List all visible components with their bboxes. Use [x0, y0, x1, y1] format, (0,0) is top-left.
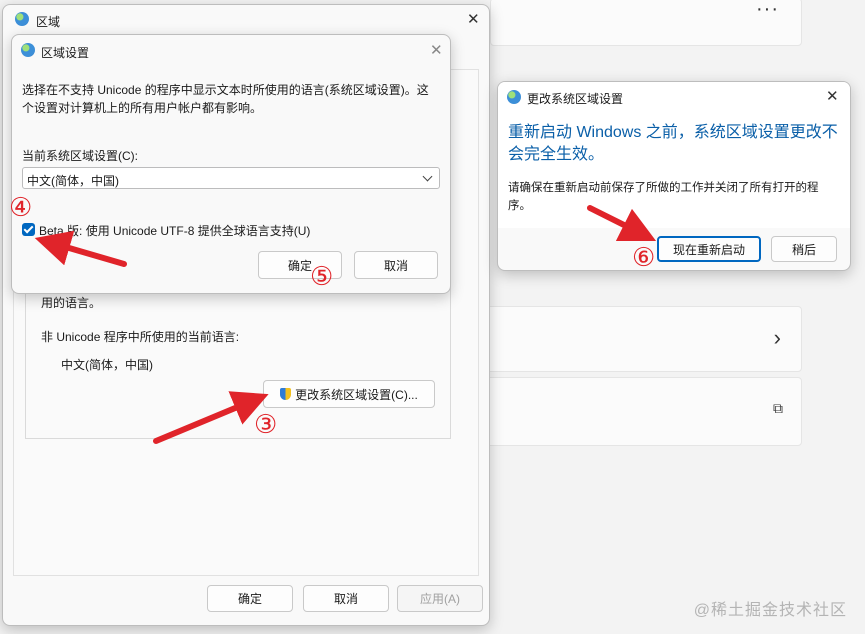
chevron-down-icon: [422, 171, 433, 182]
step3-marker: ③: [254, 410, 278, 440]
region-ok-label: 确定: [237, 592, 262, 606]
close-icon[interactable]: ✕: [430, 43, 443, 58]
restart-later-label: 稍后: [791, 242, 816, 257]
close-icon[interactable]: ✕: [467, 12, 480, 27]
locale-dialog: 区域设置 ✕ 选择在不支持 Unicode 的程序中显示文本时所使用的语言(系统…: [11, 34, 451, 294]
current-locale-select[interactable]: 中文(简体，中国): [22, 167, 440, 189]
locale-cancel-button[interactable]: 取消: [354, 251, 438, 279]
locale-ok-label: 确定: [287, 258, 312, 273]
region-cancel-label: 取消: [333, 592, 358, 606]
region-window-title: 区域: [36, 15, 61, 29]
current-language-value: 中文(简体，中国): [61, 358, 153, 372]
restart-dialog: 更改系统区域设置 ✕ 重新启动 Windows 之前，系统区域设置更改不会完全生…: [497, 81, 851, 271]
locale-dialog-title: 区域设置: [41, 46, 90, 60]
non-unicode-label: 非 Unicode 程序中所使用的当前语言:: [41, 330, 240, 344]
beta-utf8-checkbox[interactable]: [22, 223, 35, 236]
beta-utf8-label: Beta 版: 使用 Unicode UTF-8 提供全球语言支持(U): [39, 224, 311, 238]
shield-icon: [280, 388, 292, 400]
current-locale-value: 中文(简体，中国): [27, 174, 119, 188]
step4-marker: ④: [9, 193, 33, 223]
step6-marker: ⑥: [632, 243, 656, 273]
settings-row-1[interactable]: ›: [480, 306, 802, 372]
external-link-icon: ⧉: [773, 400, 783, 416]
restart-titlebar: 更改系统区域设置 ✕: [498, 82, 850, 112]
close-icon[interactable]: ✕: [826, 89, 839, 104]
group-text-tail: 用的语言。: [41, 296, 102, 310]
globe-icon: [507, 90, 521, 104]
step5-marker: ⑤: [310, 262, 334, 292]
region-ok-button[interactable]: 确定: [207, 585, 293, 612]
region-cancel-button[interactable]: 取消: [303, 585, 389, 612]
settings-row-2[interactable]: ⧉: [480, 377, 802, 446]
region-apply-label: 应用(A): [420, 592, 460, 606]
locale-description: 选择在不支持 Unicode 的程序中显示文本时所使用的语言(系统区域设置)。这…: [22, 83, 429, 115]
restart-now-label: 现在重新启动: [672, 242, 745, 257]
change-locale-button[interactable]: 更改系统区域设置(C)...: [263, 380, 435, 408]
globe-icon: [15, 12, 29, 26]
restart-body: 请确保在重新启动前保存了所做的工作并关闭了所有打开的程序。: [508, 182, 819, 212]
locale-cancel-label: 取消: [383, 258, 408, 273]
non-unicode-group: 用的语言。 非 Unicode 程序中所使用的当前语言: 中文(简体，中国) 更…: [25, 275, 451, 439]
change-locale-label: 更改系统区域设置(C)...: [295, 387, 418, 402]
more-options-icon[interactable]: ···: [756, 0, 779, 21]
current-locale-label: 当前系统区域设置(C):: [22, 149, 138, 163]
restart-heading: 重新启动 Windows 之前，系统区域设置更改不会完全生效。: [508, 124, 838, 163]
restart-later-button[interactable]: 稍后: [771, 236, 837, 262]
locale-titlebar: 区域设置 ✕: [12, 35, 450, 65]
region-apply-button[interactable]: 应用(A): [397, 585, 483, 612]
restart-now-button[interactable]: 现在重新启动: [657, 236, 761, 262]
globe-icon: [21, 43, 35, 57]
chevron-right-icon: ›: [773, 325, 781, 350]
watermark-text: @稀土掘金技术社区: [693, 602, 847, 619]
restart-dialog-title: 更改系统区域设置: [527, 92, 624, 106]
region-titlebar: 区域 ✕: [3, 5, 489, 35]
